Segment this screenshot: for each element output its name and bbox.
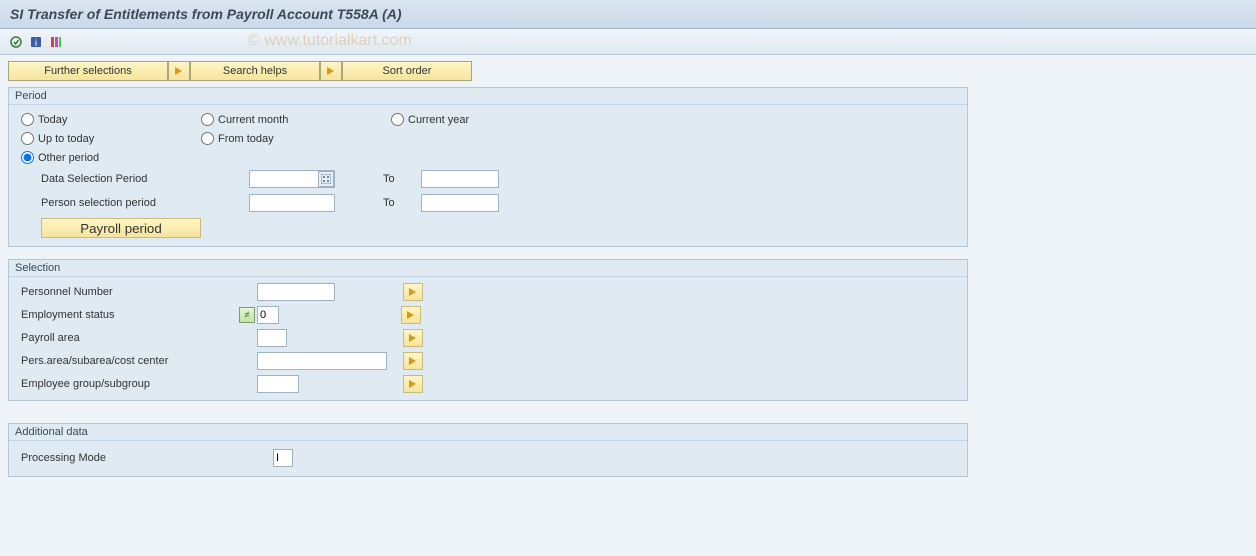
radio-current-year-input[interactable] bbox=[391, 113, 404, 126]
payroll-area-label: Payroll area bbox=[17, 332, 257, 344]
radio-current-month-label: Current month bbox=[218, 114, 288, 126]
watermark: © www.tutorialkart.com bbox=[248, 32, 412, 50]
additional-data-group: Additional data Processing Mode bbox=[8, 423, 968, 477]
search-helps-button[interactable]: Search helps bbox=[190, 61, 320, 81]
payroll-period-button[interactable]: Payroll period bbox=[41, 218, 201, 238]
radio-today-label: Today bbox=[38, 114, 67, 126]
employment-status-input[interactable] bbox=[257, 306, 279, 324]
radio-other-period-label: Other period bbox=[38, 152, 99, 164]
to-label-2: To bbox=[383, 197, 413, 209]
multiple-selection-button[interactable] bbox=[403, 283, 423, 301]
radio-current-year-label: Current year bbox=[408, 114, 469, 126]
personnel-number-input[interactable] bbox=[257, 283, 335, 301]
multiple-selection-button[interactable] bbox=[401, 306, 421, 324]
arrow-right-icon bbox=[324, 64, 338, 78]
app-toolbar: i bbox=[0, 29, 1256, 55]
radio-other-period-input[interactable] bbox=[21, 151, 34, 164]
emp-group-input[interactable] bbox=[257, 375, 299, 393]
svg-text:i: i bbox=[35, 38, 37, 49]
radio-from-today-label: From today bbox=[218, 133, 274, 145]
columns-icon[interactable] bbox=[48, 34, 64, 50]
radio-other-period[interactable]: Other period bbox=[21, 151, 201, 164]
info-icon[interactable]: i bbox=[28, 34, 44, 50]
to-label-1: To bbox=[383, 173, 413, 185]
person-selection-label: Person selection period bbox=[21, 197, 241, 209]
radio-today[interactable]: Today bbox=[21, 113, 201, 126]
emp-group-label: Employee group/subgroup bbox=[17, 378, 257, 390]
not-equal-icon[interactable]: ≠ bbox=[239, 307, 255, 323]
additional-legend: Additional data bbox=[9, 424, 967, 441]
person-selection-to-input[interactable] bbox=[421, 194, 499, 212]
search-arrow-button[interactable] bbox=[320, 61, 342, 81]
multiple-selection-button[interactable] bbox=[403, 352, 423, 370]
radio-current-month[interactable]: Current month bbox=[201, 113, 391, 126]
processing-mode-label: Processing Mode bbox=[17, 452, 273, 464]
payroll-area-input[interactable] bbox=[257, 329, 287, 347]
radio-current-year[interactable]: Current year bbox=[391, 113, 571, 126]
processing-mode-input[interactable] bbox=[273, 449, 293, 467]
main-area: Further selections Search helps Sort ord… bbox=[0, 55, 1256, 556]
radio-up-to-today-label: Up to today bbox=[38, 133, 94, 145]
execute-icon[interactable] bbox=[8, 34, 24, 50]
radio-up-to-today[interactable]: Up to today bbox=[21, 132, 201, 145]
arrow-right-icon bbox=[172, 64, 186, 78]
f4-help-icon[interactable] bbox=[318, 171, 334, 187]
further-arrow-button[interactable] bbox=[168, 61, 190, 81]
further-selections-button[interactable]: Further selections bbox=[8, 61, 168, 81]
pers-area-label: Pers.area/subarea/cost center bbox=[17, 355, 257, 367]
employment-status-label: Employment status bbox=[17, 309, 239, 321]
page-title: SI Transfer of Entitlements from Payroll… bbox=[0, 0, 1256, 29]
radio-from-today[interactable]: From today bbox=[201, 132, 391, 145]
sort-order-button[interactable]: Sort order bbox=[342, 61, 472, 81]
person-selection-from-input[interactable] bbox=[249, 194, 335, 212]
data-selection-to-input[interactable] bbox=[421, 170, 499, 188]
period-group: Period Today Current month Current year … bbox=[8, 87, 968, 247]
radio-from-today-input[interactable] bbox=[201, 132, 214, 145]
radio-current-month-input[interactable] bbox=[201, 113, 214, 126]
multiple-selection-button[interactable] bbox=[403, 329, 423, 347]
radio-today-input[interactable] bbox=[21, 113, 34, 126]
selection-buttons-row: Further selections Search helps Sort ord… bbox=[8, 61, 1248, 81]
selection-legend: Selection bbox=[9, 260, 967, 277]
radio-up-to-today-input[interactable] bbox=[21, 132, 34, 145]
data-selection-label: Data Selection Period bbox=[21, 173, 241, 185]
personnel-number-label: Personnel Number bbox=[17, 286, 257, 298]
period-legend: Period bbox=[9, 88, 967, 105]
selection-group: Selection Personnel Number Employment st… bbox=[8, 259, 968, 401]
multiple-selection-button[interactable] bbox=[403, 375, 423, 393]
pers-area-input[interactable] bbox=[257, 352, 387, 370]
